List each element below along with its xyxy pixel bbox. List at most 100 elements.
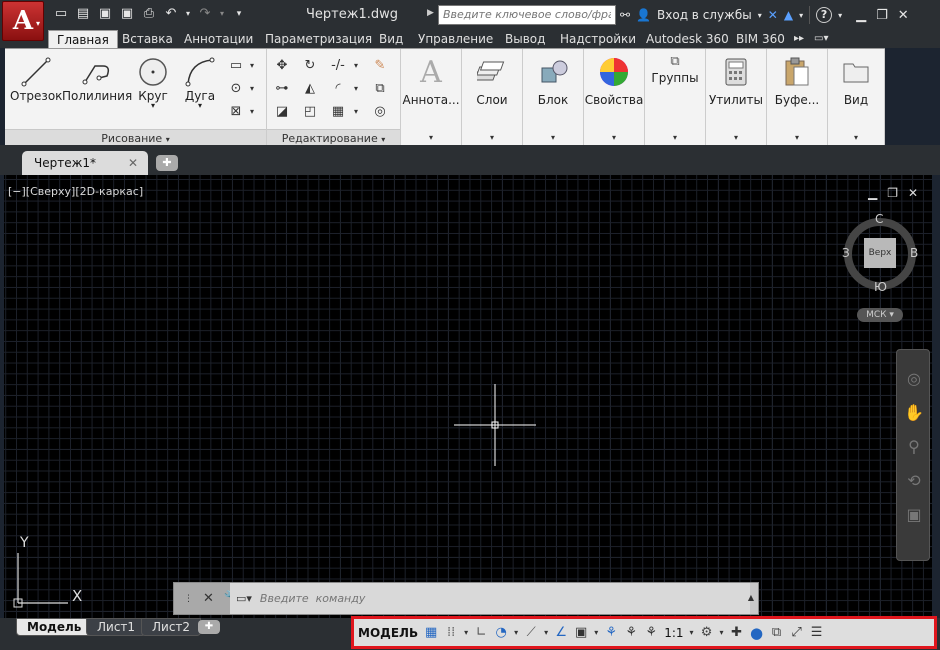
compass-east[interactable]: В: [910, 246, 918, 260]
scale-icon[interactable]: ◰: [301, 103, 319, 121]
restore-icon[interactable]: ❐: [876, 8, 888, 23]
viewport-restore-icon[interactable]: ❐: [887, 186, 898, 200]
help-dropdown-icon[interactable]: ▾: [838, 11, 842, 20]
customize-status-bar-icon[interactable]: ☰: [810, 625, 824, 640]
annotation-scale-value[interactable]: 1:1: [664, 626, 683, 640]
search-input[interactable]: [443, 8, 611, 21]
lineweight-icon[interactable]: ▣: [574, 625, 588, 640]
array-dropdown-icon[interactable]: ▾: [354, 107, 358, 116]
tab-model[interactable]: Модель: [16, 618, 93, 636]
clean-screen-icon[interactable]: ⤢: [790, 625, 804, 640]
annotation-scale-icon[interactable]: ⚘: [644, 625, 658, 640]
polar-tracking-icon[interactable]: ◔: [494, 625, 508, 640]
auto-scale-icon[interactable]: ⚘: [624, 625, 638, 640]
compass-north[interactable]: С: [875, 212, 883, 226]
new-layout-button[interactable]: ✚: [198, 620, 220, 634]
command-history-icon[interactable]: ▲: [748, 593, 754, 602]
print-icon[interactable]: ⎙: [140, 6, 158, 22]
pan-icon[interactable]: ✋: [897, 396, 931, 430]
circle-tool[interactable]: Круг ▾: [136, 55, 170, 110]
isolate-objects-icon[interactable]: ●: [750, 624, 764, 642]
trim-dropdown-icon[interactable]: ▾: [354, 61, 358, 70]
explode-icon[interactable]: ⧉: [371, 80, 389, 98]
groups-panel[interactable]: ⧉ Группы ▾: [645, 49, 706, 146]
trim-icon[interactable]: -/-: [329, 57, 347, 75]
user-icon[interactable]: 👤: [636, 8, 651, 22]
hatch-icon[interactable]: ⊠: [227, 103, 245, 121]
clipboard-panel[interactable]: Буфе... ▾: [767, 49, 828, 146]
circle-dropdown-icon[interactable]: ▾: [151, 101, 155, 110]
new-icon[interactable]: ▭: [52, 6, 70, 22]
grid-icon[interactable]: ▦: [424, 625, 438, 640]
mirror-icon[interactable]: ◭: [301, 80, 319, 98]
tab-view[interactable]: Вид: [371, 30, 411, 48]
undo-icon[interactable]: ↶: [162, 6, 180, 22]
annotation-panel[interactable]: A Аннота... ▾: [401, 49, 462, 146]
compass-west[interactable]: З: [842, 246, 850, 260]
sign-in-dropdown-icon[interactable]: ▾: [758, 11, 762, 20]
tab-parametric[interactable]: Параметризация: [257, 30, 380, 48]
command-input-area[interactable]: ▭▾: [230, 583, 750, 614]
exchange-icon[interactable]: ✕: [768, 8, 778, 22]
viewcube-face-top[interactable]: Верх: [864, 238, 896, 268]
erase-icon[interactable]: ✎: [371, 57, 389, 75]
viewport-minimize-icon[interactable]: ▁: [868, 186, 877, 200]
steering-wheel-icon[interactable]: ◎: [897, 362, 931, 396]
viewport-controls-label[interactable]: [−][Сверху][2D-каркас]: [8, 185, 143, 198]
arc-dropdown-icon[interactable]: ▾: [198, 101, 202, 110]
redo-dropdown-icon[interactable]: ▾: [218, 6, 226, 22]
arc-tool[interactable]: Дуга ▾: [183, 55, 217, 110]
hardware-acceleration-icon[interactable]: ⧉: [770, 625, 784, 640]
polar-dropdown-icon[interactable]: ▾: [514, 628, 518, 637]
array-icon[interactable]: ▦: [329, 103, 347, 121]
viewport-close-icon[interactable]: ✕: [908, 186, 918, 200]
document-tab[interactable]: Чертеж1* ✕: [22, 151, 148, 175]
tab-annotate[interactable]: Аннотации: [176, 30, 261, 48]
command-input[interactable]: [259, 592, 700, 605]
viewcube[interactable]: Верх С Ю В З: [840, 210, 920, 310]
command-prompt-icon[interactable]: ▭▾: [236, 592, 252, 605]
annotation-monitor-icon[interactable]: ✚: [730, 625, 744, 640]
tab-bim-360[interactable]: BIM 360: [728, 30, 793, 48]
properties-panel[interactable]: Свойства ▾: [584, 49, 645, 146]
qat-customize-icon[interactable]: ▾: [230, 6, 248, 22]
utilities-panel[interactable]: Утилиты ▾: [706, 49, 767, 146]
tab-autodesk-360[interactable]: Autodesk 360: [638, 30, 737, 48]
view-panel[interactable]: Вид ▾: [828, 49, 885, 146]
fillet-icon[interactable]: ◜: [329, 80, 347, 98]
ellipse-dropdown-icon[interactable]: ▾: [250, 84, 254, 93]
binoculars-icon[interactable]: ⚯: [620, 8, 630, 22]
tab-insert[interactable]: Вставка: [114, 30, 181, 48]
undo-dropdown-icon[interactable]: ▾: [184, 6, 192, 22]
hatch-dropdown-icon[interactable]: ▾: [250, 107, 254, 116]
a360-dropdown-icon[interactable]: ▾: [799, 11, 803, 20]
sign-in-link[interactable]: Вход в службы: [657, 8, 752, 22]
wcs-menu-button[interactable]: МСК ▾: [857, 308, 903, 322]
search-expand-icon[interactable]: ▶: [427, 8, 434, 18]
close-icon[interactable]: ✕: [898, 8, 909, 23]
fillet-dropdown-icon[interactable]: ▾: [354, 84, 358, 93]
minimize-icon[interactable]: ▁: [856, 8, 866, 23]
document-tab-close-icon[interactable]: ✕: [128, 156, 138, 170]
object-snap-tracking-icon[interactable]: ⟋: [524, 625, 538, 640]
open-icon[interactable]: ▤: [74, 6, 92, 22]
ribbon-minimize-icon[interactable]: ▭▾: [806, 30, 836, 48]
ortho-icon[interactable]: ∟: [474, 625, 488, 640]
command-line-grip-icon[interactable]: ⋮: [184, 594, 193, 604]
modify-panel-title[interactable]: Редактирование ▾: [267, 129, 400, 146]
move-icon[interactable]: ✥: [273, 57, 291, 75]
search-field[interactable]: [438, 5, 616, 25]
showmotion-icon[interactable]: ▣: [897, 498, 931, 532]
model-space-toggle[interactable]: МОДЕЛЬ: [358, 626, 418, 640]
rectangle-dropdown-icon[interactable]: ▾: [250, 61, 254, 70]
help-icon[interactable]: ?: [816, 7, 833, 23]
tab-layout2[interactable]: Лист2: [141, 618, 202, 636]
copy-icon[interactable]: ⊶: [273, 80, 291, 98]
tab-manage[interactable]: Управление: [410, 30, 501, 48]
zoom-icon[interactable]: ⚲: [897, 430, 931, 464]
save-as-icon[interactable]: ▣: [118, 6, 136, 22]
redo-icon[interactable]: ↷: [196, 6, 214, 22]
workspace-gear-icon[interactable]: ⚙: [700, 625, 714, 640]
save-icon[interactable]: ▣: [96, 6, 114, 22]
ellipse-icon[interactable]: ⊙: [227, 80, 245, 98]
